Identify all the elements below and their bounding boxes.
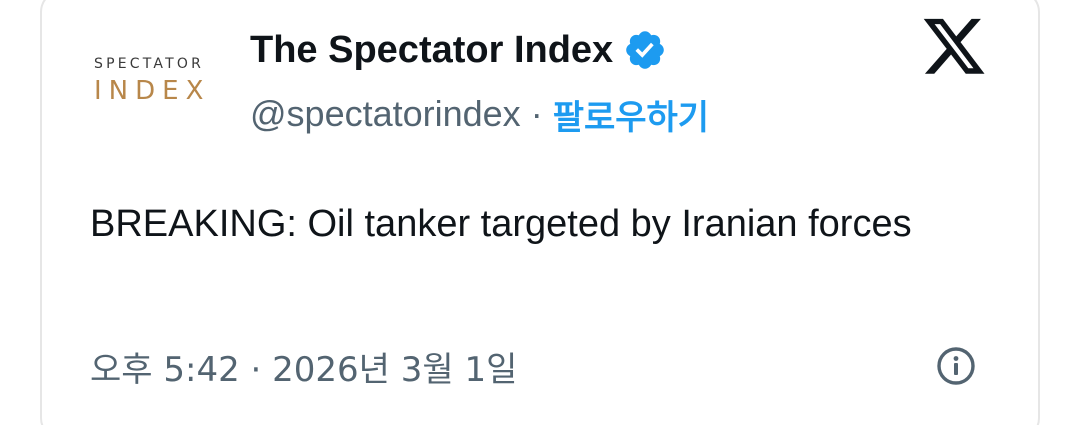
- display-name[interactable]: The Spectator Index: [250, 29, 613, 72]
- author-name-row: The Spectator Index: [250, 26, 667, 74]
- logo-text-bottom: INDEX: [94, 76, 211, 106]
- x-logo-icon[interactable]: [920, 16, 988, 78]
- verified-badge-icon: [626, 31, 664, 69]
- tweet-text[interactable]: BREAKING: Oil tanker targeted by Iranian…: [90, 194, 970, 255]
- follow-link[interactable]: 팔로우하기: [553, 90, 709, 139]
- author-handle-row: @spectatorindex · 팔로우하기: [250, 90, 709, 139]
- logo-text-top: SPECTATOR: [94, 56, 205, 72]
- tweet-timestamp[interactable]: 오후 5:42 · 2026년 3월 1일: [90, 342, 517, 391]
- separator-dot: ·: [530, 93, 543, 134]
- author-handle[interactable]: @spectatorindex: [250, 93, 521, 135]
- info-icon[interactable]: [936, 346, 976, 386]
- avatar[interactable]: SPECTATOR INDEX: [94, 56, 234, 112]
